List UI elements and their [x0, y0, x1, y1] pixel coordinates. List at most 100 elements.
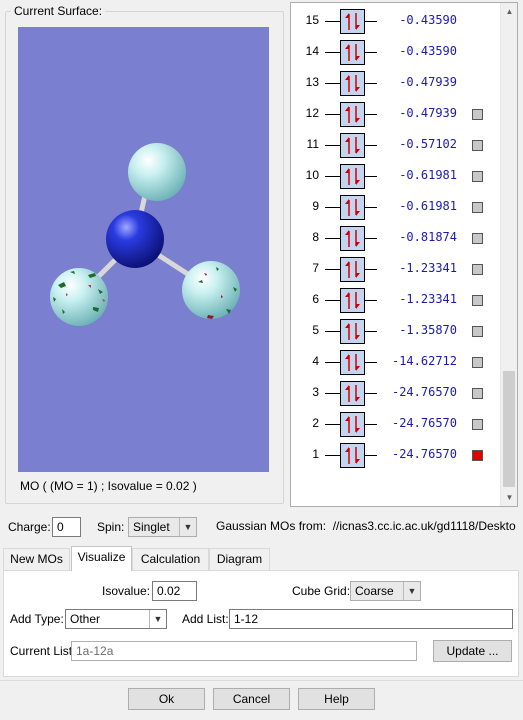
- scroll-up-icon[interactable]: ▲: [501, 3, 517, 20]
- mo-level-row[interactable]: 11 -0.57102: [291, 130, 501, 161]
- mo-energy: -0.61981: [399, 168, 457, 182]
- mo-level-line: [325, 362, 340, 363]
- mo-level-row[interactable]: 6 -1.23341: [291, 285, 501, 316]
- cube-grid-select[interactable]: Coarse ▼: [350, 581, 421, 601]
- mo-level-line: [365, 145, 377, 146]
- mo-level-row[interactable]: 4 -14.62712: [291, 347, 501, 378]
- mo-select-checkbox[interactable]: [472, 202, 483, 213]
- electron-pair-icon: [340, 9, 365, 34]
- electron-pair-icon: [340, 133, 365, 158]
- molecule-render: [50, 143, 240, 326]
- mo-number: 1: [312, 447, 319, 461]
- tab-diagram[interactable]: Diagram: [209, 548, 270, 570]
- add-type-value: Other: [70, 612, 101, 626]
- mo-level-row[interactable]: 8 -0.81874: [291, 223, 501, 254]
- current-list-input: 1a-12a: [71, 641, 417, 661]
- mo-list-scrollbar[interactable]: ▲ ▼: [500, 3, 517, 506]
- mo-level-line: [365, 300, 377, 301]
- electron-pair-icon: [340, 288, 365, 313]
- molecule-viewport[interactable]: [18, 27, 269, 472]
- mo-level-line: [325, 114, 340, 115]
- mo-level-row[interactable]: 5 -1.35870: [291, 316, 501, 347]
- mo-number: 12: [305, 106, 319, 120]
- electron-pair-icon: [340, 40, 365, 65]
- mo-select-checkbox[interactable]: [472, 140, 483, 151]
- mo-energy: -1.23341: [399, 261, 457, 275]
- mo-number: 5: [312, 323, 319, 337]
- help-button[interactable]: Help: [298, 688, 375, 710]
- charge-input[interactable]: 0: [52, 517, 81, 537]
- mo-number: 13: [305, 75, 319, 89]
- mo-level-row[interactable]: 9 -0.61981: [291, 192, 501, 223]
- mo-select-checkbox[interactable]: [472, 326, 483, 337]
- mo-level-row[interactable]: 14 -0.43590: [291, 37, 501, 68]
- mo-energy: -0.47939: [399, 75, 457, 89]
- mo-select-checkbox[interactable]: [472, 233, 483, 244]
- mo-level-line: [325, 21, 340, 22]
- mo-level-line: [325, 455, 340, 456]
- hydrogen-atom-left: [50, 268, 108, 326]
- mo-select-checkbox[interactable]: [472, 171, 483, 182]
- cancel-button[interactable]: Cancel: [213, 688, 290, 710]
- mo-energy: -24.76570: [391, 416, 457, 430]
- electron-pair-icon: [340, 226, 365, 251]
- nitrogen-atom: [106, 210, 164, 268]
- mo-level-line: [325, 52, 340, 53]
- mo-level-row[interactable]: 3 -24.76570: [291, 378, 501, 409]
- mo-select-checkbox[interactable]: [472, 109, 483, 120]
- mo-level-row[interactable]: 2 -24.76570: [291, 409, 501, 440]
- electron-pair-icon: [340, 102, 365, 127]
- add-list-input[interactable]: 1-12: [229, 609, 513, 629]
- mo-number: 2: [312, 416, 319, 430]
- isovalue-input[interactable]: 0.02: [152, 581, 197, 601]
- mo-level-line: [365, 52, 377, 53]
- mo-energy: -0.43590: [399, 44, 457, 58]
- mo-level-row[interactable]: 10 -0.61981: [291, 161, 501, 192]
- mo-number: 9: [312, 199, 319, 213]
- add-type-select[interactable]: Other ▼: [65, 609, 167, 629]
- spin-label: Spin:: [97, 520, 125, 534]
- hydrogen-atom-top: [128, 143, 186, 201]
- chevron-down-icon: ▼: [149, 610, 166, 628]
- current-surface-group: Current Surface: MO ((MO = 1) ; Isovalu…: [5, 4, 284, 504]
- mo-select-checkbox[interactable]: [472, 295, 483, 306]
- spin-select[interactable]: Singlet ▼: [128, 517, 197, 537]
- ok-button[interactable]: Ok: [128, 688, 205, 710]
- mo-level-line: [325, 176, 340, 177]
- mo-level-list[interactable]: 15 -0.43590 14 -0.43590 13 -0.47939 12 -0.47939…: [290, 2, 518, 507]
- mo-level-row[interactable]: 12 -0.47939: [291, 99, 501, 130]
- mo-energy: -24.76570: [391, 385, 457, 399]
- scroll-thumb[interactable]: [503, 371, 515, 487]
- charge-label: Charge:: [8, 520, 51, 534]
- current-surface-legend: Current Surface:: [11, 4, 106, 18]
- tab-visualize[interactable]: Visualize: [71, 546, 132, 571]
- scroll-down-icon[interactable]: ▼: [501, 489, 517, 506]
- electron-pair-icon: [340, 350, 365, 375]
- mo-select-checkbox[interactable]: [472, 357, 483, 368]
- mo-level-row[interactable]: 7 -1.23341: [291, 254, 501, 285]
- mo-level-line: [365, 238, 377, 239]
- mo-level-row[interactable]: 15 -0.43590: [291, 6, 501, 37]
- mo-select-checkbox[interactable]: [472, 388, 483, 399]
- electron-pair-icon: [340, 164, 365, 189]
- mo-level-line: [365, 207, 377, 208]
- mo-level-line: [365, 362, 377, 363]
- tab-new-mos[interactable]: New MOs: [3, 548, 70, 570]
- mo-level-line: [325, 300, 340, 301]
- mo-level-line: [325, 331, 340, 332]
- electron-pair-icon: [340, 71, 365, 96]
- mo-level-row[interactable]: 13 -0.47939: [291, 68, 501, 99]
- update-button[interactable]: Update ...: [433, 640, 512, 662]
- mo-select-checkbox[interactable]: [472, 264, 483, 275]
- mo-select-checkbox-checked[interactable]: [472, 450, 483, 461]
- mo-level-row[interactable]: 1 -24.76570: [291, 440, 501, 471]
- tab-calculation[interactable]: Calculation: [132, 548, 209, 570]
- chevron-down-icon: ▼: [403, 582, 420, 600]
- electron-pair-icon: [340, 257, 365, 282]
- mo-number: 11: [306, 137, 319, 151]
- mo-caption: MO ( (MO = 1) ; Isovalue = 0.02 ): [20, 479, 197, 493]
- current-list-label: Current List:: [10, 644, 76, 658]
- mo-level-line: [325, 238, 340, 239]
- mo-select-checkbox[interactable]: [472, 419, 483, 430]
- mo-number: 7: [312, 261, 319, 275]
